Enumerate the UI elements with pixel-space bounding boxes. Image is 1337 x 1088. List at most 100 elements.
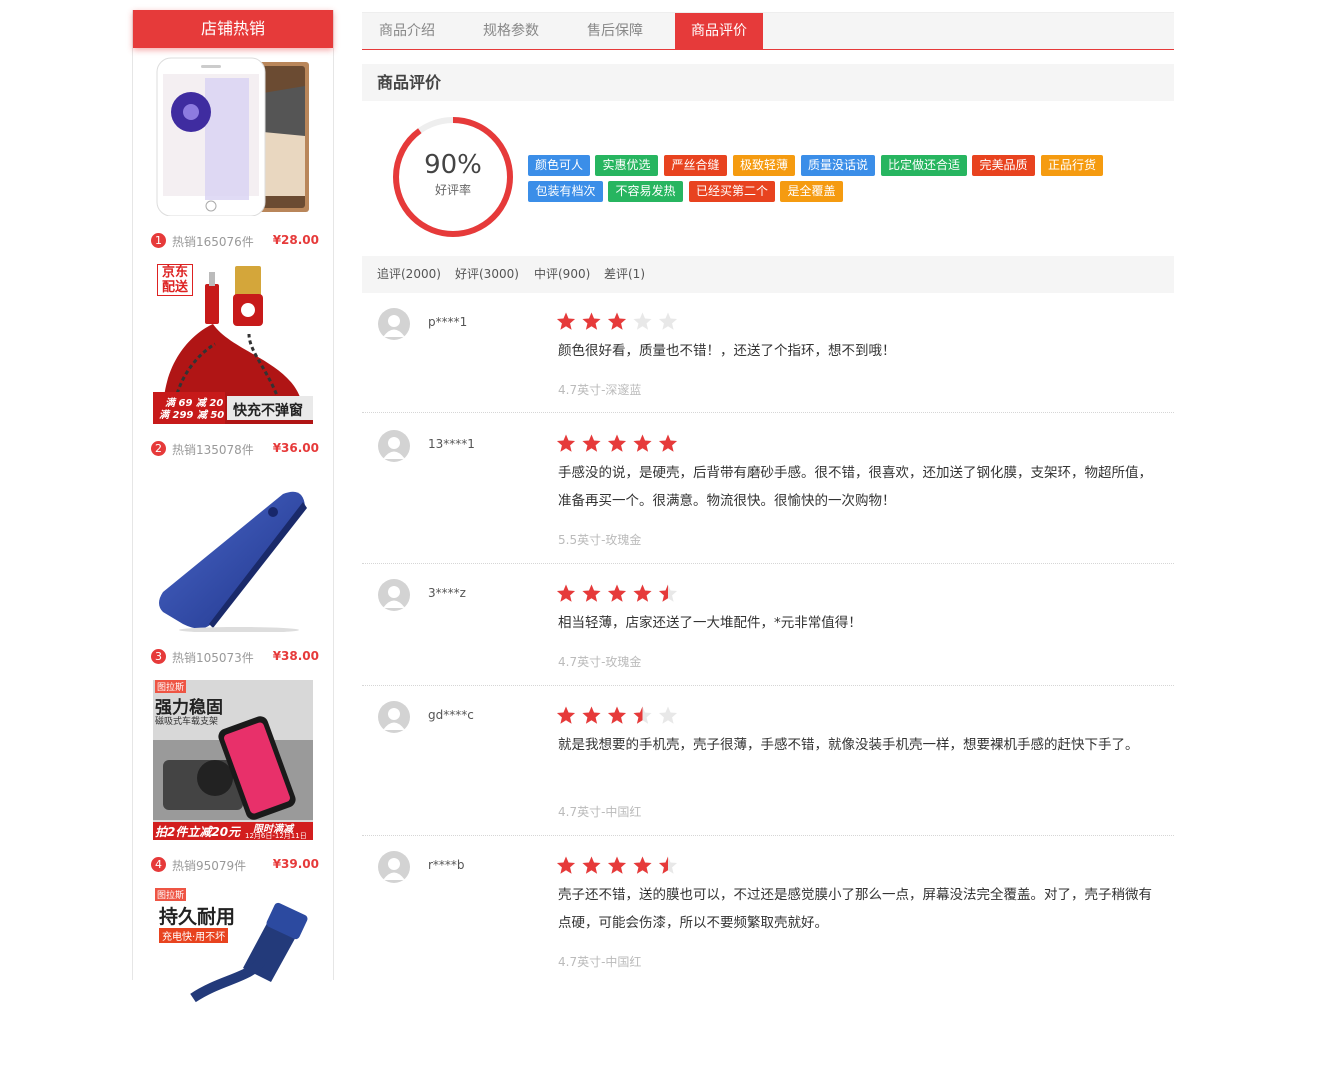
review-tag[interactable]: 不容易发热 xyxy=(608,181,683,202)
filter-positive[interactable]: 好评(3000) xyxy=(455,256,519,293)
review-text: 手感没的说，是硬壳，后背带有磨砂手感。很不错，很喜欢，还加送了钢化膜，支架环，物… xyxy=(558,465,1152,509)
review-tag[interactable]: 颜色可人 xyxy=(528,155,590,176)
review-username: gd****c xyxy=(428,708,474,722)
product-subline: 充电快·用不坏 xyxy=(159,928,229,943)
review-username: p****1 xyxy=(428,315,468,329)
star-rating xyxy=(556,856,678,874)
review-item: gd****c 就是我想要的手机壳，壳子很薄，手感不错，就像没装手机壳一样，想要… xyxy=(362,687,1174,836)
promo-slogan: 快充不弹窗 xyxy=(233,403,303,419)
review-tag[interactable]: 严丝合缝 xyxy=(664,155,727,176)
product-image-lightning-cable[interactable]: 京东配送 满 69 减 20 满 299 减 50 快充不弹窗 xyxy=(153,264,313,424)
star-filled-icon xyxy=(582,856,601,874)
hot-product-item[interactable]: 1 热销165076件 ¥28.00 xyxy=(133,48,333,256)
star-filled-icon xyxy=(607,856,627,874)
promo-text: 拍2件立减20元 xyxy=(155,825,241,839)
product-image-screen-protector[interactable] xyxy=(153,56,313,216)
jd-delivery-badge: 京东配送 xyxy=(157,264,193,296)
star-filled-icon xyxy=(607,434,627,452)
product-image-car-mount[interactable]: 图拉斯 强力稳固 磁吸式车载支架 拍2件立减20元 限时满减 12月6日-12月… xyxy=(153,680,313,840)
star-filled-icon xyxy=(556,434,576,452)
tab-specs[interactable]: 规格参数 xyxy=(483,13,563,50)
promo-date: 12月6日-12月11日 xyxy=(245,832,307,840)
star-filled-icon xyxy=(658,434,678,452)
product-subline: 磁吸式车载支架 xyxy=(155,717,219,727)
filter-negative[interactable]: 差评(1) xyxy=(604,256,645,293)
product-image-durable-cable[interactable]: 图拉斯 持久耐用 充电快·用不坏 xyxy=(153,888,313,1048)
brand-label: 图拉斯 xyxy=(155,680,187,693)
star-filled-icon xyxy=(633,856,652,874)
star-filled-icon xyxy=(556,584,576,602)
user-avatar-icon xyxy=(378,851,410,883)
filter-neutral[interactable]: 中评(900) xyxy=(534,256,590,293)
product-tabs: 商品介绍 规格参数 售后保障 商品评价 xyxy=(362,12,1174,50)
star-filled-icon xyxy=(556,706,576,724)
review-item: 13****1 手感没的说，是硬壳，后背带有磨砂手感。很不错，很喜欢，还加送了钢… xyxy=(362,414,1174,564)
promo-bottom-text: 满 299 减 50 xyxy=(159,410,225,421)
hot-products-sidebar: 店铺热销 1 热销165076件 ¥28.00 京东配送 满 69 减 20 满… xyxy=(132,10,334,1048)
product-price: ¥39.00 xyxy=(272,857,319,871)
user-avatar-icon xyxy=(378,579,410,611)
review-spec: 4.7英寸-中国红 xyxy=(558,955,642,969)
star-rating xyxy=(556,706,678,724)
rank-badge: 4 xyxy=(151,857,166,872)
filter-follow-up[interactable]: 追评(2000) xyxy=(377,256,441,293)
positive-rate-label: 好评率 xyxy=(434,183,471,197)
rank-badge: 3 xyxy=(151,649,166,664)
star-filled-icon xyxy=(607,706,627,724)
review-tag[interactable]: 包装有档次 xyxy=(528,181,603,202)
hot-product-item[interactable]: 3 热销105073件 ¥38.00 xyxy=(133,464,333,672)
review-username: 3****z xyxy=(428,586,466,600)
review-tag[interactable]: 比定做还合适 xyxy=(881,155,967,176)
review-filter-bar: 追评(2000) 好评(3000) 中评(900) 差评(1) xyxy=(362,256,1174,293)
review-text: 就是我想要的手机壳，壳子很薄，手感不错，就像没装手机壳一样，想要裸机手感的赶快下… xyxy=(558,737,1139,753)
hot-product-item[interactable]: 图拉斯 强力稳固 磁吸式车载支架 拍2件立减20元 限时满减 12月6日-12月… xyxy=(133,672,333,880)
review-tag[interactable]: 完美品质 xyxy=(972,155,1035,176)
review-tag[interactable]: 是全覆盖 xyxy=(780,181,843,202)
product-image-blue-case[interactable] xyxy=(153,472,313,632)
sidebar-title: 店铺热销 xyxy=(133,10,333,48)
star-filled-icon xyxy=(607,312,627,330)
review-tag[interactable]: 极致轻薄 xyxy=(733,155,795,176)
star-rating xyxy=(556,434,678,452)
tab-reviews[interactable]: 商品评价 xyxy=(675,13,763,50)
star-filled-icon xyxy=(607,584,627,602)
review-spec: 4.7英寸-深邃蓝 xyxy=(558,383,642,397)
review-tag[interactable]: 实惠优选 xyxy=(595,155,658,176)
star-rating xyxy=(556,584,678,602)
review-text: 相当轻薄，店家还送了一大堆配件，*元非常值得！ xyxy=(558,615,862,631)
star-empty-icon xyxy=(658,312,678,330)
star-filled-icon xyxy=(633,584,652,602)
review-tag[interactable]: 质量没话说 xyxy=(801,155,875,176)
product-price: ¥28.00 xyxy=(272,233,319,247)
sold-count: 热销165076件 xyxy=(172,235,254,249)
rank-badge: 1 xyxy=(151,233,166,248)
review-tag[interactable]: 已经买第二个 xyxy=(689,181,775,202)
star-filled-icon xyxy=(582,312,601,330)
star-filled-icon xyxy=(582,434,601,452)
star-filled-icon xyxy=(633,434,652,452)
user-avatar-icon xyxy=(378,308,410,340)
user-avatar-icon xyxy=(378,430,410,462)
star-empty-icon xyxy=(633,312,652,330)
product-price: ¥36.00 xyxy=(272,441,319,455)
user-avatar-icon xyxy=(378,701,410,733)
review-item: 3****z 相当轻薄，店家还送了一大堆配件，*元非常值得！ 4.7英寸-玫瑰金 xyxy=(362,565,1174,686)
star-empty-icon xyxy=(658,706,678,724)
review-username: 13****1 xyxy=(428,437,475,451)
review-tag[interactable]: 正品行货 xyxy=(1041,155,1103,176)
hot-product-item[interactable]: 图拉斯 持久耐用 充电快·用不坏 xyxy=(133,880,333,1088)
section-title: 商品评价 xyxy=(362,64,1174,101)
review-spec: 4.7英寸-玫瑰金 xyxy=(558,655,642,669)
sold-count: 热销95079件 xyxy=(172,859,247,873)
product-price: ¥38.00 xyxy=(272,649,319,663)
review-spec: 5.5英寸-玫瑰金 xyxy=(558,533,642,547)
positive-rate-value: 90% xyxy=(424,150,482,180)
star-filled-icon xyxy=(582,706,601,724)
sold-count: 热销105073件 xyxy=(172,651,254,665)
review-spec: 4.7英寸-中国红 xyxy=(558,805,642,819)
tab-product-intro[interactable]: 商品介绍 xyxy=(379,13,459,50)
review-item: p****1 颜色很好看，质量也不错！，还送了个指环，想不到哦！ 4.7英寸-深… xyxy=(362,294,1174,413)
rank-badge: 2 xyxy=(151,441,166,456)
tab-after-sales[interactable]: 售后保障 xyxy=(587,13,667,50)
hot-product-item[interactable]: 京东配送 满 69 减 20 满 299 减 50 快充不弹窗 2 热销1350… xyxy=(133,256,333,464)
